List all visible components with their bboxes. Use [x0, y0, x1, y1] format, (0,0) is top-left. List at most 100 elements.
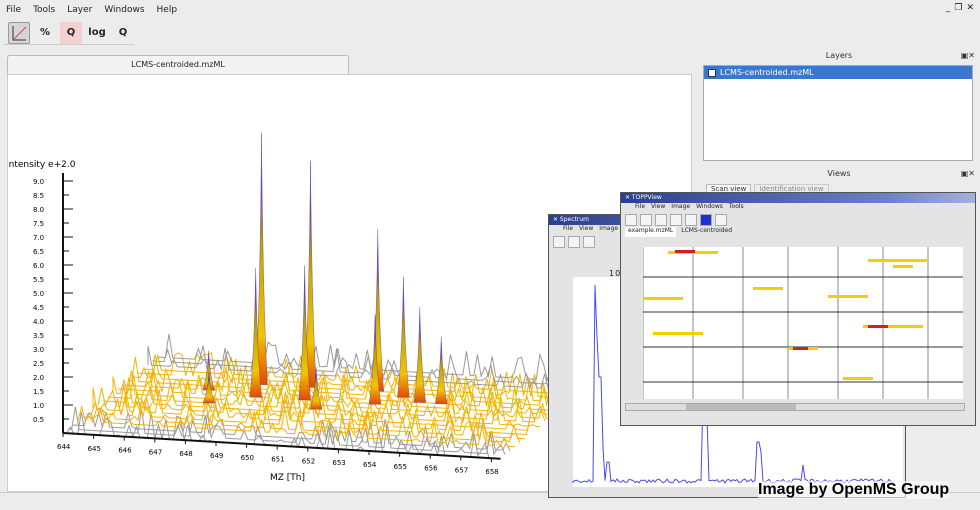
- peak: [434, 336, 448, 404]
- minimize-icon[interactable]: _: [946, 3, 951, 13]
- map2d-toolbar: [621, 212, 975, 227]
- y-tick-label: 3.5: [33, 332, 44, 340]
- menu-image[interactable]: Image: [599, 225, 618, 234]
- colors-icon[interactable]: [700, 213, 712, 226]
- y-tick-label: 6.0: [33, 262, 44, 270]
- x-tick-label: 649: [210, 452, 223, 460]
- menu-file[interactable]: File: [635, 203, 645, 212]
- menu-windows[interactable]: Windows: [104, 5, 144, 15]
- x-tick-label: 650: [241, 454, 254, 462]
- feature: [793, 347, 808, 350]
- feature: [843, 377, 873, 380]
- peak: [413, 307, 427, 403]
- views-title: Views: [827, 169, 851, 178]
- y-tick-label: 1.0: [33, 402, 44, 410]
- menu-file[interactable]: File: [6, 5, 21, 15]
- views-panel-title: Views ▣✕: [703, 169, 975, 183]
- menu-tools[interactable]: Tools: [729, 203, 744, 212]
- y-tick-label: 2.5: [33, 360, 44, 368]
- y-tick-label: 4.5: [33, 304, 44, 312]
- menu-view[interactable]: View: [579, 225, 593, 234]
- peak: [397, 276, 410, 398]
- y-tick-label: 1.5: [33, 388, 44, 396]
- reset-zoom-icon[interactable]: Q: [112, 22, 134, 44]
- y-tick-label: 9.0: [33, 178, 44, 186]
- pan-icon[interactable]: [655, 213, 667, 226]
- layers-title: Layers: [825, 51, 853, 60]
- x-tick-label: 652: [302, 457, 315, 465]
- percentage-icon[interactable]: %: [34, 22, 56, 44]
- x-tick-label: 646: [118, 447, 132, 455]
- x-tick-label: 657: [455, 466, 468, 474]
- menu-bar: File Tools Layer Windows Help: [0, 0, 980, 20]
- layer-item[interactable]: LCMS-centroided.mzML: [704, 66, 972, 79]
- grid-icon[interactable]: [715, 213, 727, 226]
- feature: [653, 332, 703, 335]
- y-tick-label: 8.5: [33, 192, 44, 200]
- dock-float-close-icon[interactable]: ▣✕: [961, 51, 975, 60]
- feature: [868, 325, 888, 328]
- window-controls: _ ❐ ✕: [946, 3, 974, 13]
- y-tick-label: 2.0: [33, 374, 44, 382]
- layers-panel-title: Layers ▣✕: [703, 51, 975, 65]
- toolbar: % Q log Q: [4, 21, 134, 45]
- tab-lcms[interactable]: LCMS-centroided: [678, 227, 735, 237]
- x-tick-label: 654: [363, 461, 377, 469]
- map2d-window[interactable]: ✕ TOPPView File View Image Windows Tools…: [620, 192, 976, 426]
- menu-tools[interactable]: Tools: [33, 5, 55, 15]
- snap-to-max-icon[interactable]: Q: [60, 21, 82, 44]
- menu-file[interactable]: File: [563, 225, 573, 234]
- y-tick-label: 5.0: [33, 290, 44, 298]
- menu-help[interactable]: Help: [157, 5, 178, 15]
- log-intensity-icon[interactable]: log: [86, 22, 108, 44]
- map2d-plot: [643, 247, 963, 399]
- x-tick-label: 655: [394, 463, 407, 471]
- dock-float-close-icon[interactable]: ▣✕: [961, 169, 975, 178]
- feature: [868, 259, 928, 262]
- x-axis-label: MZ [Th]: [270, 473, 305, 483]
- zoom-icon[interactable]: [568, 235, 580, 248]
- map2d-window-menu: File View Image Windows Tools: [621, 203, 975, 212]
- x-tick-label: 653: [332, 459, 345, 467]
- measure-icon[interactable]: [670, 213, 682, 226]
- map2d-tabs: example.mzML LCMS-centroided: [621, 227, 975, 237]
- tab-example[interactable]: example.mzML: [625, 227, 677, 237]
- layers-list: LCMS-centroided.mzML: [703, 65, 973, 161]
- x-tick-label: 656: [424, 465, 438, 473]
- select-icon[interactable]: [553, 235, 565, 248]
- y-tick-label: 0.5: [33, 416, 44, 424]
- points-icon[interactable]: [685, 213, 697, 226]
- feature: [753, 287, 783, 290]
- x-tick-label: 647: [149, 448, 162, 456]
- feature: [675, 250, 695, 253]
- layer-visible-checkbox[interactable]: [708, 68, 716, 77]
- y-tick-label: 7.0: [33, 234, 44, 242]
- x-tick-label: 658: [485, 468, 498, 476]
- y-tick-label: 8.0: [33, 206, 44, 214]
- y-tick-label: 4.0: [33, 318, 44, 326]
- feature: [893, 265, 913, 268]
- pan-icon[interactable]: [583, 235, 595, 248]
- y-axis-label: Intensity e+2.0: [8, 160, 76, 170]
- y-tick-label: 7.5: [33, 220, 44, 228]
- tab-lcms-centroided[interactable]: LCMS-centroided.mzML: [7, 55, 349, 74]
- y-tick-label: 6.5: [33, 248, 44, 256]
- feature: [828, 295, 868, 298]
- close-icon[interactable]: ✕: [966, 3, 974, 13]
- restore-icon[interactable]: ❐: [954, 3, 962, 13]
- horizontal-scrollbar[interactable]: [625, 403, 965, 411]
- layer-label: LCMS-centroided.mzML: [720, 68, 814, 77]
- zoom-icon[interactable]: [640, 213, 652, 226]
- menu-view[interactable]: View: [651, 203, 665, 212]
- menu-image[interactable]: Image: [671, 203, 690, 212]
- feature: [643, 297, 683, 300]
- map2d-window-title: ✕ TOPPView: [621, 193, 975, 203]
- x-tick-label: 645: [88, 445, 101, 453]
- select-icon[interactable]: [625, 213, 637, 226]
- menu-windows[interactable]: Windows: [696, 203, 723, 212]
- y-tick-label: 3.0: [33, 346, 44, 354]
- x-tick-label: 644: [57, 443, 71, 451]
- linear-intensity-icon[interactable]: [8, 21, 30, 44]
- x-tick-label: 648: [179, 450, 192, 458]
- menu-layer[interactable]: Layer: [67, 5, 92, 15]
